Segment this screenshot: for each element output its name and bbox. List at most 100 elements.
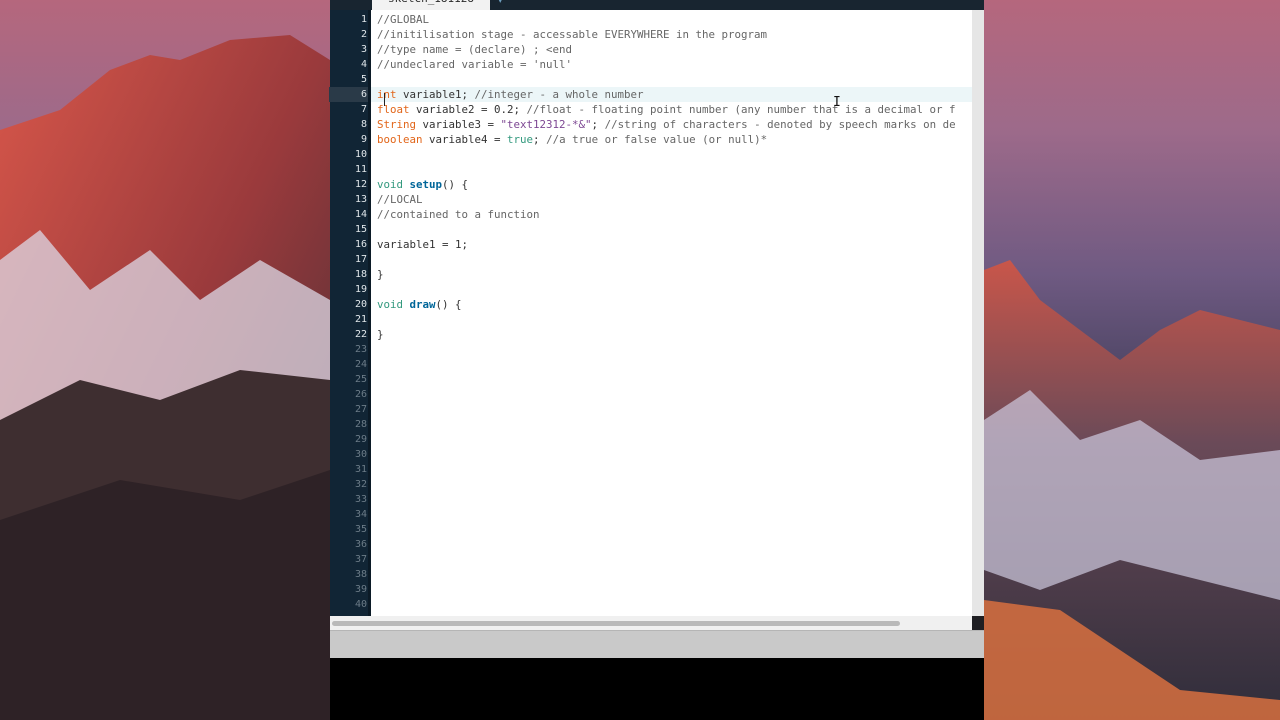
line-number: 25: [354, 374, 367, 385]
line-number: 12: [354, 179, 367, 190]
type-keyword: String: [377, 118, 417, 131]
code-editor[interactable]: //GLOBAL //initilisation stage - accessa…: [371, 10, 972, 616]
horizontal-scroll-thumb[interactable]: [332, 621, 900, 626]
comment: //type name = (declare) ; <end: [377, 43, 573, 56]
code-line[interactable]: boolean variable4 = true; //a true or fa…: [371, 132, 972, 147]
code-line[interactable]: //type name = (declare) ; <end: [371, 42, 972, 57]
code-line[interactable]: //contained to a function: [371, 207, 972, 222]
console-area[interactable]: [330, 658, 984, 720]
horizontal-scrollbar[interactable]: [330, 616, 972, 630]
comment: //float - floating point number (any num…: [526, 103, 956, 116]
line-number-current: 6: [329, 87, 369, 102]
comment: //integer - a whole number: [474, 88, 644, 101]
void-keyword: void: [377, 178, 404, 191]
code-line[interactable]: variable1 = 1;: [371, 237, 972, 252]
boolean-literal: true: [507, 133, 534, 146]
line-number: 11: [354, 164, 367, 175]
code-line[interactable]: }: [371, 267, 972, 282]
line-number: 37: [354, 554, 367, 565]
processing-editor-window: sketch_181128 ▾ 1 2 3 4 5 6 7 8 9 10 11 …: [329, 0, 984, 720]
line-number: 21: [354, 314, 367, 325]
code-line[interactable]: float variable2 = 0.2; //float - floatin…: [371, 102, 972, 117]
type-keyword: int: [377, 88, 397, 101]
line-number: 23: [354, 344, 367, 355]
type-keyword: boolean: [377, 133, 423, 146]
function-name: draw: [409, 298, 436, 311]
line-number: 33: [354, 494, 367, 505]
line-number: 32: [354, 479, 367, 490]
code-line[interactable]: void setup() {: [371, 177, 972, 192]
comment: //contained to a function: [377, 208, 540, 221]
text-caret: [384, 93, 385, 106]
line-number: 3: [360, 44, 367, 55]
line-number: 36: [354, 539, 367, 550]
line-number: 39: [354, 584, 367, 595]
code-text: variable3 =: [416, 118, 501, 131]
code-line-current[interactable]: int variable1; //integer - a whole numbe…: [371, 87, 972, 102]
code-line[interactable]: String variable3 = "text12312-*&"; //str…: [371, 117, 972, 132]
line-number: 4: [360, 59, 367, 70]
window-frame-corner: [972, 0, 984, 10]
line-number: 8: [360, 119, 367, 130]
line-number: 17: [354, 254, 367, 265]
line-number: 9: [360, 134, 367, 145]
type-keyword: float: [377, 103, 410, 116]
code-text: ;: [533, 133, 547, 146]
void-keyword: void: [377, 298, 404, 311]
line-number: 30: [354, 449, 367, 460]
tab-strip: sketch_181128 ▾: [330, 0, 984, 10]
line-number: 29: [354, 434, 367, 445]
code-text: () {: [442, 178, 469, 191]
line-number: 34: [354, 509, 367, 520]
line-number: 7: [360, 104, 367, 115]
code-text: variable4 =: [422, 133, 508, 146]
line-number: 22: [354, 329, 367, 340]
line-number: 5: [360, 74, 367, 85]
line-number: 14: [354, 209, 367, 220]
comment: //initilisation stage - accessable EVERY…: [377, 28, 768, 41]
code-text: }: [377, 268, 384, 281]
string-literal: "text12312-*&": [500, 118, 592, 131]
line-number: 27: [354, 404, 367, 415]
code-line[interactable]: void draw() {: [371, 297, 972, 312]
line-number: 24: [354, 359, 367, 370]
line-number: 1: [360, 14, 367, 25]
comment: //undeclared variable = 'null': [377, 58, 573, 71]
code-text: variable2 = 0.2;: [409, 103, 527, 116]
line-number: 35: [354, 524, 367, 535]
tab-menu-arrow-icon[interactable]: ▾: [498, 0, 503, 6]
code-line[interactable]: //GLOBAL: [371, 12, 972, 27]
code-line[interactable]: //initilisation stage - accessable EVERY…: [371, 27, 972, 42]
code-text: ;: [591, 118, 605, 131]
vertical-scrollbar[interactable]: [972, 10, 984, 616]
line-number: 13: [354, 194, 367, 205]
line-number: 10: [354, 149, 367, 160]
line-number-gutter: 1 2 3 4 5 6 7 8 9 10 11 12 13 14 15 16 1…: [329, 10, 371, 616]
line-number: 28: [354, 419, 367, 430]
code-text: variable1 = 1;: [377, 238, 469, 251]
line-number: 19: [354, 284, 367, 295]
code-line[interactable]: //LOCAL: [371, 192, 972, 207]
code-text: }: [377, 328, 384, 341]
comment: //a true or false value (or null)*: [546, 133, 768, 146]
line-number: 26: [354, 389, 367, 400]
comment: //GLOBAL: [377, 13, 430, 26]
line-number: 38: [354, 569, 367, 580]
code-line[interactable]: //undeclared variable = 'null': [371, 57, 972, 72]
line-number: 31: [354, 464, 367, 475]
console-divider[interactable]: [330, 630, 984, 659]
line-number: 16: [354, 239, 367, 250]
comment: //LOCAL: [377, 193, 423, 206]
comment: //string of characters - denoted by spee…: [604, 118, 956, 131]
line-number: 2: [360, 29, 367, 40]
line-number: 15: [354, 224, 367, 235]
line-number: 20: [354, 299, 367, 310]
code-text: variable1;: [396, 88, 475, 101]
code-line[interactable]: }: [371, 327, 972, 342]
ibeam-cursor-icon: I: [833, 95, 841, 110]
code-text: () {: [435, 298, 462, 311]
line-number: 18: [354, 269, 367, 280]
line-number: 40: [354, 599, 367, 610]
tab-sketch[interactable]: sketch_181128: [372, 0, 490, 10]
function-name: setup: [409, 178, 443, 191]
